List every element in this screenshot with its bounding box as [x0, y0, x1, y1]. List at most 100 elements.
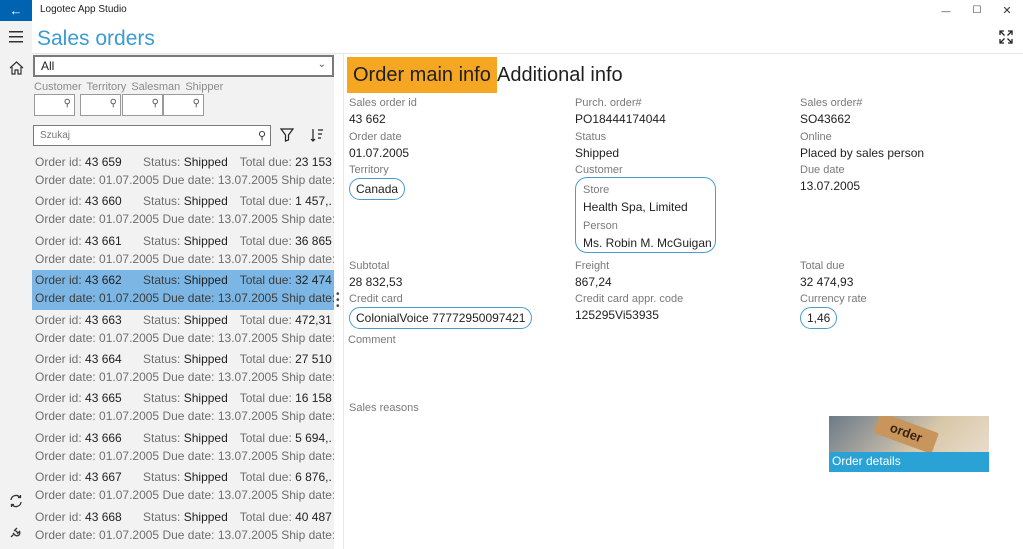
total-due-value: 472,31	[295, 312, 332, 327]
order-date-value: 01.07.2005	[99, 251, 160, 266]
due-date-value: 13.07.2005	[217, 212, 278, 227]
order-line-1: Order id: 43 666 Status: Shipped Total due…	[35, 429, 332, 447]
credit-card-pill[interactable]: ColonialVoice 77772950097421	[349, 307, 533, 329]
orders-list: Order id: 43 659 Status: Shipped Total due…	[32, 152, 334, 549]
order-date-value: 01.07.2005	[99, 173, 160, 187]
search-icon: ⚲	[63, 98, 71, 109]
due-date-value: 13.07.2005	[217, 527, 278, 542]
tab-additional-info[interactable]: Additional info	[491, 57, 629, 93]
due-date-label: Due date:	[162, 212, 215, 227]
order-row[interactable]: Order id: 43 663 Status: Shipped Total due…	[32, 310, 334, 349]
expand-icon	[999, 30, 1013, 44]
customer-label: Customer	[575, 164, 623, 176]
due-date-label: Due date:	[162, 251, 215, 266]
order-details-label: Order details	[829, 452, 989, 472]
shipper-filter-input[interactable]: ⚲	[163, 94, 204, 116]
tab-order-main-info[interactable]: Order main info	[347, 57, 497, 93]
order-date-label: Order date:	[35, 448, 96, 463]
order-row[interactable]: Order id: 43 661 Status: Shipped Total due…	[32, 231, 334, 270]
order-id-label: Order id:	[35, 312, 82, 327]
close-button[interactable]: ✕	[991, 0, 1023, 21]
freight-value: 867,24	[575, 275, 612, 289]
order-id-value: 43 668	[85, 509, 122, 524]
due-date-label: Due date:	[162, 291, 215, 306]
subtotal-label: Subtotal	[349, 260, 390, 272]
currency-rate-pill[interactable]: 1,46	[800, 307, 838, 329]
nav-rail	[0, 21, 32, 549]
order-row[interactable]: Order id: 43 665 Status: Shipped Total due…	[32, 388, 334, 427]
home-button[interactable]	[0, 54, 32, 82]
pane-divider	[343, 54, 344, 549]
ship-date-label: Ship date:	[281, 409, 334, 424]
purch-order-value: PO18444174044	[575, 112, 666, 126]
due-date-value: 13.07.2005	[217, 488, 278, 503]
splitter-handle-icon[interactable]: • • •	[336, 290, 340, 312]
order-id-value: 43 666	[85, 430, 122, 445]
order-row[interactable]: Order id: 43 667 Status: Shipped Total due…	[32, 467, 334, 506]
refresh-button[interactable]	[0, 487, 32, 515]
order-line-1: Order id: 43 668 Status: Shipped Total due…	[35, 508, 332, 526]
maximize-icon: ☐	[972, 5, 982, 16]
filter-button[interactable]	[277, 125, 297, 145]
back-button[interactable]: ←	[0, 0, 32, 21]
due-date-label: Due date:	[162, 488, 215, 503]
territory-pill[interactable]: Canada	[349, 178, 406, 200]
search-icon: ⚲	[257, 130, 266, 142]
online-value: Placed by sales person	[800, 146, 925, 160]
search-placeholder: Szukaj	[40, 130, 71, 141]
search-input[interactable]: Szukaj ⚲	[33, 125, 271, 146]
due-date-label: Due date:	[162, 369, 215, 384]
status-value: Shipped	[183, 273, 228, 288]
cc-appr-code-label: Credit card appr. code	[575, 293, 684, 305]
ship-date-label: Ship date:	[281, 291, 334, 306]
hamburger-menu-button[interactable]	[0, 23, 32, 51]
order-date-value: 01.07.2005	[99, 330, 160, 345]
territory-filter-input[interactable]: ⚲	[80, 94, 121, 116]
order-row[interactable]: Order id: 43 660 Status: Shipped Total due…	[32, 191, 334, 230]
due-date-label: Due date:	[162, 448, 215, 463]
sales-order-id-value: 43 662	[349, 112, 386, 126]
order-date-value: 01.07.2005	[99, 488, 160, 503]
total-due-value: 1 457,.	[295, 194, 332, 209]
order-details-tile[interactable]: order Order details	[829, 416, 989, 472]
due-date-value: 13.07.2005	[217, 291, 278, 306]
status-label: Status:	[143, 273, 181, 288]
status-label: Status:	[143, 470, 181, 485]
order-row[interactable]: Order id: 43 659 Status: Shipped Total due…	[32, 152, 334, 191]
salesman-filter-input[interactable]: ⚲	[122, 94, 163, 116]
status-value: Shipped	[183, 155, 228, 169]
filter-dropdown[interactable]: All ⌄	[33, 55, 334, 77]
person-label: Person	[583, 220, 618, 232]
order-row[interactable]: Order id: 43 668 Status: Shipped Total due…	[32, 507, 334, 546]
order-date-label: Order date:	[35, 527, 96, 542]
person-value: Ms. Robin M. McGuigan	[583, 236, 712, 250]
order-row[interactable]: Order id: 43 662 Status: Shipped Total due…	[32, 270, 334, 310]
due-date-label: Due date:	[162, 409, 215, 424]
status-label: Status:	[143, 155, 181, 169]
customer-card[interactable]: Store Health Spa, Limited Person Ms. Rob…	[575, 177, 716, 253]
customer-filter-input[interactable]: ⚲	[34, 94, 75, 116]
search-icon: ⚲	[192, 98, 200, 109]
filter-label-shipper: Shipper	[185, 81, 224, 93]
order-row[interactable]: Order id: 43 664 Status: Shipped Total due…	[32, 349, 334, 388]
sales-order-no-value: SO43662	[800, 112, 851, 126]
total-due-value: 36 865	[295, 233, 332, 248]
connection-button[interactable]	[0, 518, 32, 546]
maximize-button[interactable]: ☐	[961, 0, 993, 21]
order-row[interactable]: Order id: 43 666 Status: Shipped Total due…	[32, 428, 334, 467]
order-id-label: Order id:	[35, 155, 82, 169]
expand-button[interactable]	[994, 26, 1018, 48]
minimize-button[interactable]: —	[930, 0, 962, 21]
status-label: Status:	[143, 233, 181, 248]
due-date-value: 13.07.2005	[217, 369, 278, 384]
due-date-label: Due date:	[162, 173, 215, 187]
order-id-value: 43 660	[85, 194, 122, 209]
order-date-label: Order date:	[35, 369, 96, 384]
total-due-label: Total due:	[239, 391, 292, 406]
sort-button[interactable]	[307, 125, 327, 145]
status-label: Status:	[143, 312, 181, 327]
order-id-label: Order id:	[35, 509, 82, 524]
order-line-2: Order date: 01.07.2005 Due date: 13.07.2…	[35, 447, 334, 465]
order-line-1: Order id: 43 662 Status: Shipped Total due…	[35, 271, 332, 289]
order-date-label: Order date:	[35, 488, 96, 503]
